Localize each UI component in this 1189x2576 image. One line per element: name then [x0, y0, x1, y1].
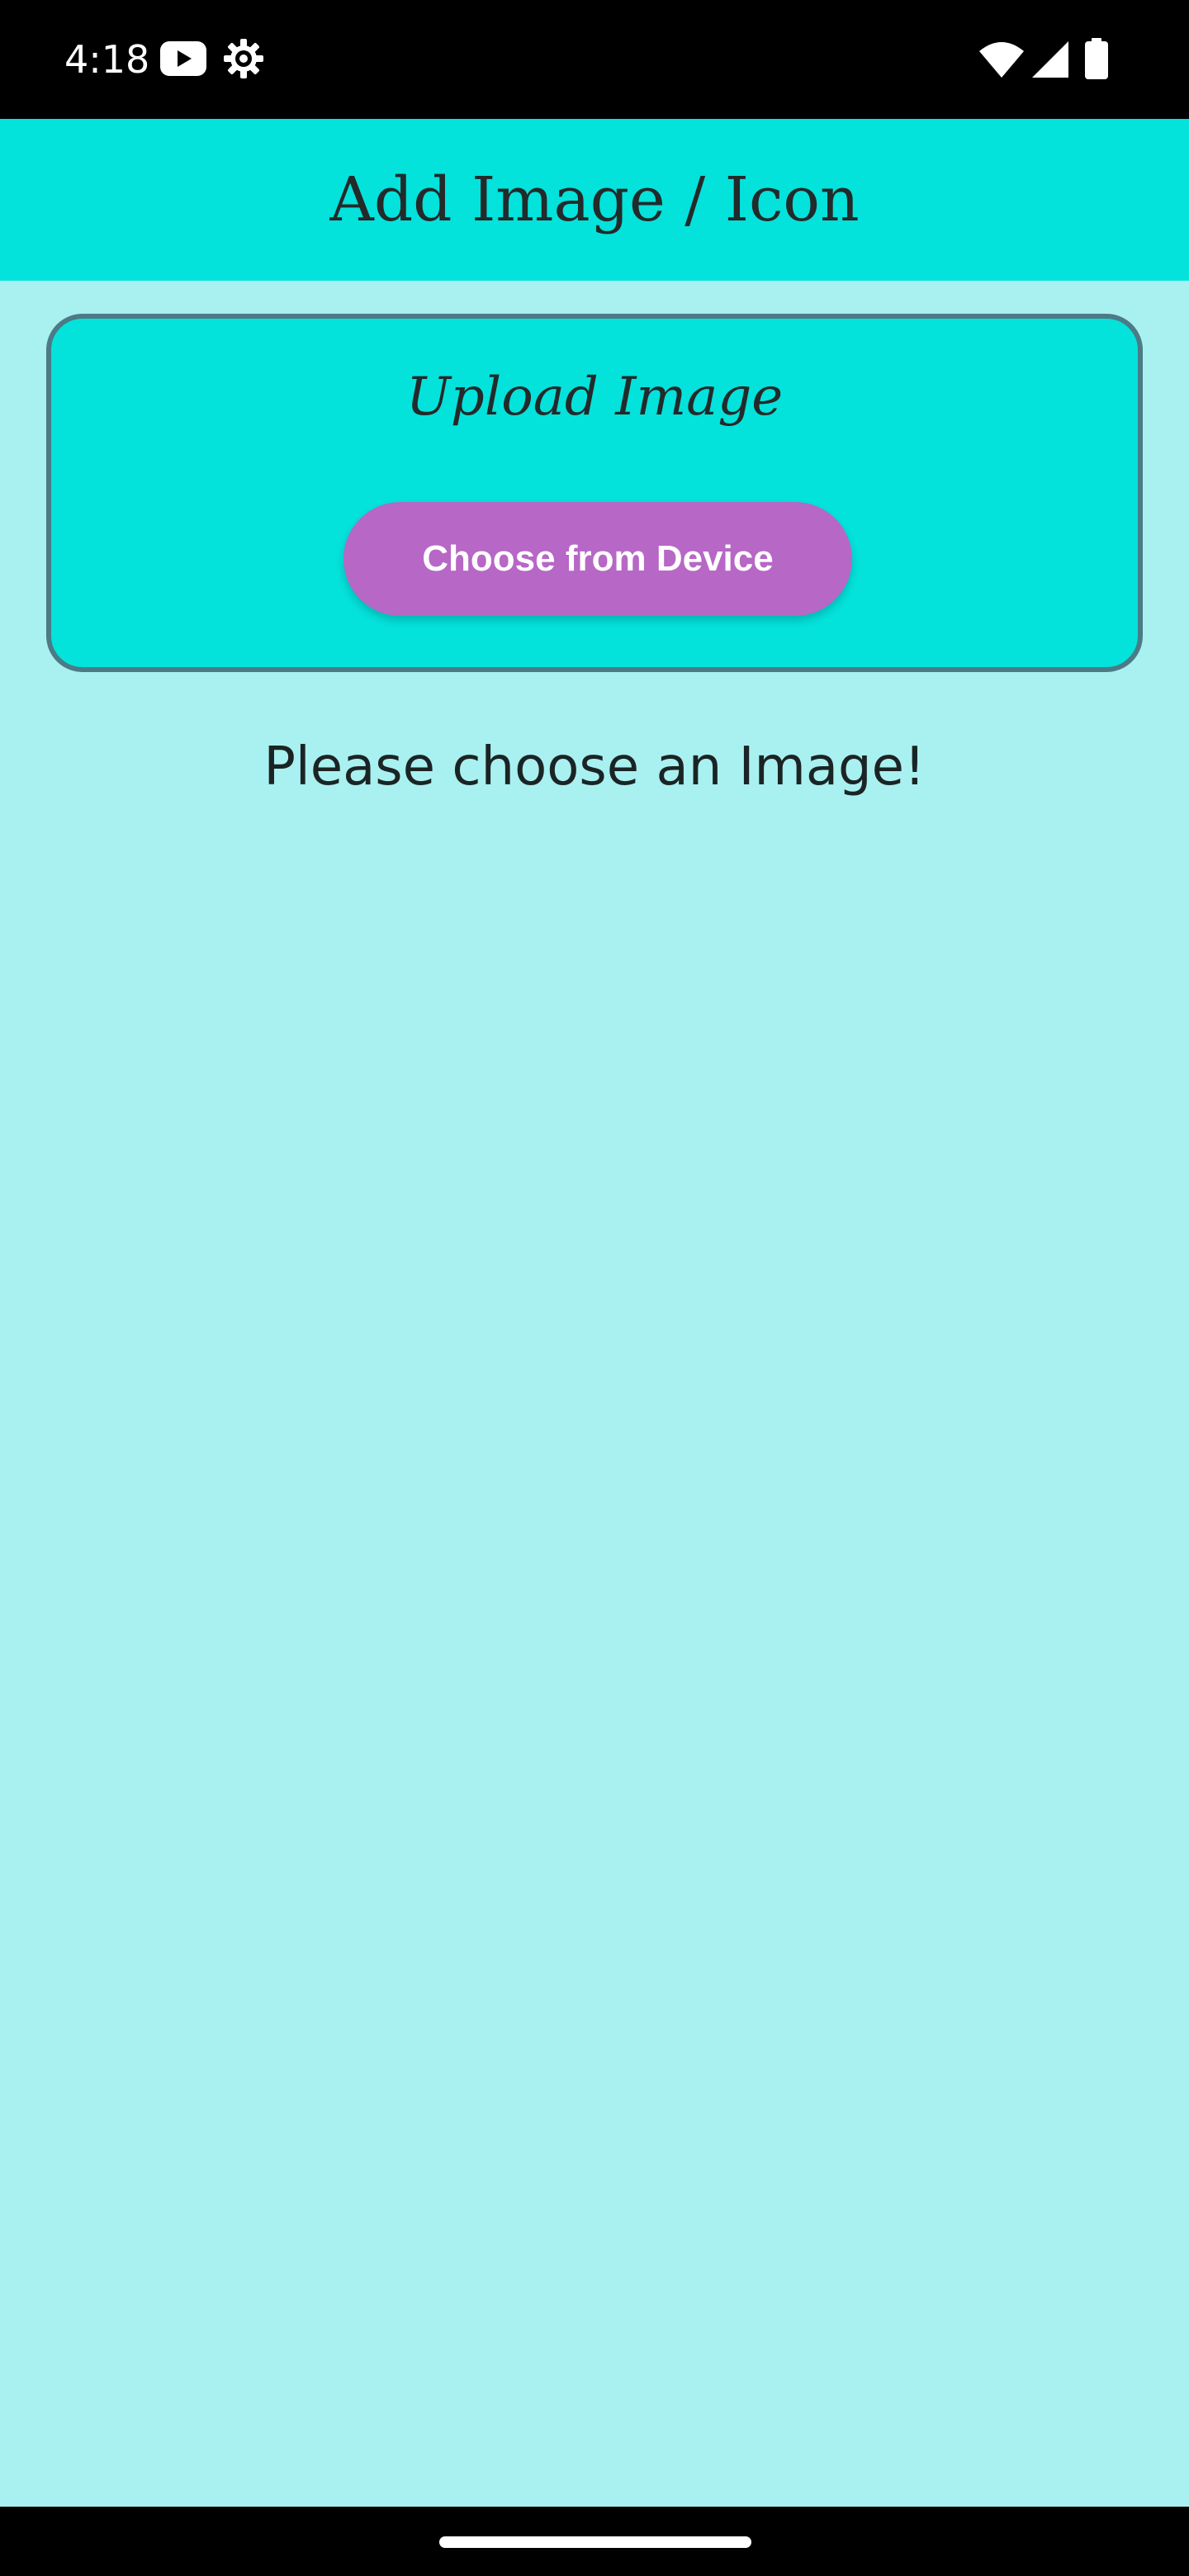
- status-time: 4:18: [64, 37, 150, 82]
- gesture-handle[interactable]: [439, 2536, 751, 2548]
- upload-image-card: Upload Image Choose from Device: [46, 314, 1143, 672]
- page-title: Add Image / Icon: [329, 164, 860, 235]
- choose-image-message: Please choose an Image!: [263, 736, 926, 798]
- navigation-bar: [0, 2507, 1189, 2576]
- settings-gear-icon: [224, 39, 263, 78]
- wifi-icon: [979, 42, 1024, 78]
- cellular-signal-icon: [1032, 41, 1068, 78]
- youtube-icon: [160, 41, 206, 76]
- app-bar: Add Image / Icon: [0, 119, 1189, 281]
- status-bar: 4:18: [0, 0, 1189, 119]
- battery-icon: [1085, 38, 1108, 79]
- choose-from-device-button[interactable]: Choose from Device: [343, 502, 852, 616]
- upload-image-title: Upload Image: [405, 367, 784, 428]
